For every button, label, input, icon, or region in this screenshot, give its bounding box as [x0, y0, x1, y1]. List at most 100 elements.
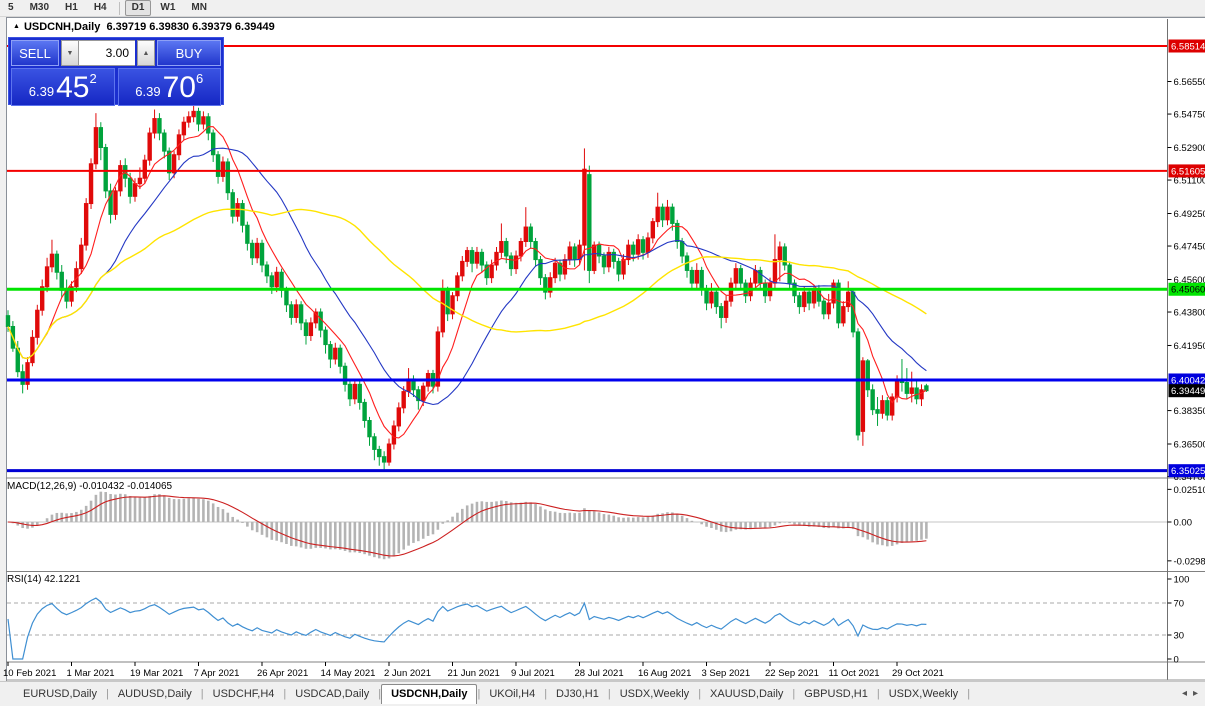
date-tick-label: 26 Apr 2021	[257, 668, 308, 679]
candle-body	[925, 386, 928, 391]
candle-body	[822, 301, 825, 314]
candle-body	[368, 421, 371, 437]
candle-body	[50, 254, 53, 267]
symbol-tab-dj30-6[interactable]: DJ30,H1	[547, 685, 608, 704]
candle-body	[324, 330, 327, 344]
candle-body	[920, 390, 923, 399]
rsi-indicator-label: RSI(14) 42.1221	[7, 574, 80, 585]
buy-price-display[interactable]: 6.39 70 6	[118, 68, 222, 106]
candle-body	[158, 119, 161, 133]
candle-body	[529, 227, 532, 241]
price-tick-label: 6.49250	[1174, 209, 1205, 220]
candle-body	[480, 252, 483, 265]
candle-body	[651, 222, 654, 238]
price-tick-label: 6.47450	[1174, 242, 1205, 253]
candle-body	[128, 178, 131, 196]
candle-body	[807, 292, 810, 303]
candle-body	[778, 247, 781, 260]
candle-body	[739, 269, 742, 283]
date-tick-label: 3 Sep 2021	[702, 668, 751, 679]
candle-body	[55, 254, 58, 272]
candle-body	[36, 310, 39, 337]
symbol-tab-ukoil-5[interactable]: UKOil,H4	[480, 685, 544, 704]
price-tick-label: 6.41950	[1174, 341, 1205, 352]
volume-increase-button[interactable]: ▲	[137, 40, 155, 66]
candle-body	[226, 162, 229, 193]
symbol-collapse-icon[interactable]: ▲	[13, 23, 20, 30]
candle-body	[495, 252, 498, 265]
candle-body	[475, 252, 478, 263]
timeframe-button-h1[interactable]: H1	[58, 0, 85, 16]
timeframe-button-m30[interactable]: M30	[23, 0, 56, 16]
candle-body	[99, 128, 102, 148]
candle-body	[89, 164, 92, 204]
symbol-tab-eurusd-0[interactable]: EURUSD,Daily	[14, 685, 106, 704]
sell-price-big: 45	[56, 73, 89, 103]
candle-body	[636, 240, 639, 254]
candle-body	[553, 263, 556, 277]
candle-body	[246, 225, 249, 243]
candle-body	[827, 303, 830, 314]
candle-body	[754, 270, 757, 283]
candle-body	[505, 242, 508, 256]
symbol-tab-usdchf-2[interactable]: USDCHF,H4	[204, 685, 284, 704]
date-tick-label: 14 May 2021	[321, 668, 376, 679]
candle-body	[422, 386, 425, 400]
candle-body	[724, 301, 727, 317]
candle-body	[94, 128, 97, 164]
candle-body	[446, 290, 449, 314]
one-click-trading-panel: SELL ▼ 3.00 ▲ BUY 6.39 45 2 6.39 70 6	[8, 37, 224, 105]
timeframe-button-d1[interactable]: D1	[125, 0, 152, 16]
candle-body	[588, 175, 591, 271]
candle-body	[241, 204, 244, 226]
candle-body	[866, 361, 869, 390]
candle-body	[133, 184, 136, 197]
symbol-tab-audusd-1[interactable]: AUDUSD,Daily	[109, 685, 201, 704]
candle-body	[84, 204, 87, 246]
candle-body	[373, 437, 376, 450]
price-tick-label: 6.54750	[1174, 110, 1205, 121]
candle-body	[299, 305, 302, 323]
sell-price-display[interactable]: 6.39 45 2	[11, 68, 115, 106]
buy-price-prefix: 6.39	[135, 81, 160, 103]
candle-body	[309, 323, 312, 336]
candle-body	[671, 207, 674, 223]
candle-body	[197, 111, 200, 124]
buy-price-pip: 6	[196, 72, 203, 85]
symbol-tab-usdcad-3[interactable]: USDCAD,Daily	[286, 685, 378, 704]
buy-button[interactable]: BUY	[157, 40, 221, 66]
candle-body	[221, 162, 224, 176]
macd-indicator-label: MACD(12,26,9) -0.010432 -0.014065	[7, 481, 172, 492]
rsi-tick-label: 70	[1174, 599, 1185, 610]
timeframe-button-w1[interactable]: W1	[153, 0, 182, 16]
tabs-scroll-right-icon[interactable]: ▸	[1190, 688, 1201, 699]
timeframe-toolbar: 5M30H1H4 D1W1MN	[0, 0, 1205, 17]
timeframe-button-h4[interactable]: H4	[87, 0, 114, 16]
volume-decrease-button[interactable]: ▼	[61, 40, 79, 66]
symbol-tab-usdcnh-4[interactable]: USDCNH,Daily	[381, 684, 477, 704]
symbol-tab-usdx-7[interactable]: USDX,Weekly	[611, 685, 698, 704]
candle-body	[265, 265, 268, 276]
candle-body	[519, 242, 522, 256]
sell-button[interactable]: SELL	[11, 40, 59, 66]
candle-body	[378, 449, 381, 456]
timeframe-button-5[interactable]: 5	[1, 0, 21, 16]
timeframe-button-mn[interactable]: MN	[184, 0, 214, 16]
symbol-tab-gbpusd-9[interactable]: GBPUSD,H1	[795, 685, 877, 704]
date-tick-label: 21 Jun 2021	[448, 668, 500, 679]
candle-body	[602, 256, 605, 267]
candle-body	[886, 401, 889, 415]
current-price-badge-label: 6.39449	[1171, 386, 1205, 397]
candle-body	[285, 290, 288, 304]
tabs-scroll-left-icon[interactable]: ◂	[1179, 688, 1190, 699]
candle-body	[622, 260, 625, 274]
candle-body	[60, 272, 63, 290]
symbol-tab-usdx-10[interactable]: USDX,Weekly	[880, 685, 967, 704]
candle-body	[382, 457, 385, 462]
level-price-badge-label: 6.35025	[1171, 466, 1205, 477]
volume-input[interactable]: 3.00	[79, 40, 135, 66]
candle-body	[465, 251, 468, 262]
price-tick-label: 6.56550	[1174, 77, 1205, 88]
symbol-tab-xauusd-8[interactable]: XAUUSD,Daily	[701, 685, 792, 704]
chart-symbol-period: USDCNH,Daily	[24, 21, 100, 33]
